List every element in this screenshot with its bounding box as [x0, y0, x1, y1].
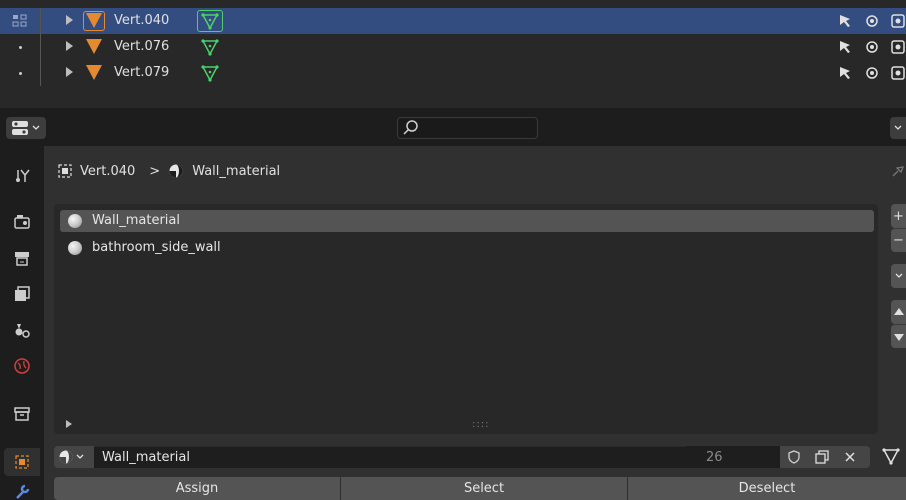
- breadcrumb-object: Vert.040: [80, 163, 136, 179]
- scene-icon: [15, 324, 30, 338]
- select-arrow-icon: [840, 41, 850, 53]
- unlink-material-button[interactable]: [836, 446, 864, 468]
- tab-world[interactable]: [8, 352, 36, 380]
- mesh-object-icon: [86, 13, 102, 28]
- breadcrumb-separator: >: [149, 163, 161, 179]
- assign-button[interactable]: Assign: [54, 477, 340, 500]
- list-resize-grip[interactable]: ::::: [472, 419, 489, 430]
- options-dropdown[interactable]: [890, 117, 906, 139]
- list-item-label: Wall_material: [92, 213, 180, 228]
- select-arrow-icon: [840, 15, 850, 27]
- render-icon: [14, 215, 30, 229]
- search-icon: [403, 120, 418, 135]
- link-data-button[interactable]: [880, 446, 906, 468]
- outliner-row-bullet: [0, 34, 40, 60]
- outliner-tree-line: [40, 34, 41, 60]
- outliner-tree-line: [40, 8, 41, 34]
- outliner-row-toggles: [838, 65, 906, 81]
- outliner-row-label: Vert.076: [114, 39, 170, 54]
- mesh-object-icon: [86, 65, 102, 80]
- list-item-label: bathroom_side_wall: [92, 240, 221, 255]
- breadcrumb: Vert.040 > Wall_material: [58, 160, 280, 182]
- move-slot-up-button[interactable]: [891, 300, 906, 324]
- expand-arrow-icon[interactable]: [66, 67, 73, 77]
- tab-collection[interactable]: [8, 400, 36, 428]
- shield-icon: [788, 450, 800, 464]
- tool-icon: [16, 169, 30, 182]
- pin-icon[interactable]: [890, 163, 906, 183]
- select-button[interactable]: Select: [341, 477, 627, 500]
- outliner: Vert.040 Vert.076 Vert.079: [0, 0, 906, 108]
- mesh-data-icon[interactable]: [200, 37, 220, 57]
- tab-modifiers[interactable]: [8, 478, 36, 500]
- outliner-row-bullet: [0, 60, 40, 86]
- outliner-row-toggles: [838, 13, 906, 29]
- outliner-row-toggles: [838, 39, 906, 55]
- material-preview-icon: [68, 241, 82, 255]
- material-actions: [780, 446, 870, 468]
- material-slot-list: Wall_material bathroom_side_wall: [54, 204, 878, 434]
- tab-view-layer[interactable]: [8, 280, 36, 308]
- output-icon: [15, 252, 29, 266]
- material-user-count[interactable]: 26: [686, 446, 780, 468]
- wrench-icon: [16, 484, 30, 499]
- editor-type-dropdown[interactable]: [6, 117, 46, 139]
- world-icon: [14, 358, 30, 374]
- outliner-row-vert-040[interactable]: Vert.040: [0, 8, 906, 34]
- outliner-row-label: Vert.040: [114, 13, 170, 28]
- outliner-row-label: Vert.079: [114, 65, 170, 80]
- collection-icon: [12, 14, 27, 27]
- list-item[interactable]: bathroom_side_wall: [60, 237, 874, 259]
- mesh-data-icon[interactable]: [200, 11, 220, 31]
- mesh-data-icon: [882, 448, 900, 465]
- mesh-data-icon[interactable]: [200, 63, 220, 83]
- add-slot-button[interactable]: +: [891, 204, 906, 228]
- triangle-up-icon: [893, 308, 904, 315]
- material-icon: [59, 450, 84, 464]
- outliner-row-vert-079[interactable]: Vert.079: [0, 60, 906, 86]
- slot-specials-button[interactable]: [891, 264, 906, 288]
- properties-editor-icon: [12, 121, 40, 135]
- fake-user-button[interactable]: [780, 446, 808, 468]
- expand-arrow-icon[interactable]: [66, 41, 73, 51]
- chevron-down-icon: [76, 454, 84, 459]
- outliner-row-icon: [0, 8, 40, 34]
- browse-material-dropdown[interactable]: [54, 446, 94, 468]
- properties-tabs: [0, 146, 44, 500]
- slot-buttons: + −: [891, 204, 906, 350]
- tab-scene[interactable]: [8, 316, 36, 344]
- duplicate-icon: [815, 450, 829, 464]
- chevron-down-icon: [895, 273, 902, 278]
- chevron-down-icon: [894, 125, 902, 130]
- triangle-down-icon: [893, 333, 904, 341]
- list-item[interactable]: Wall_material: [60, 210, 874, 232]
- close-icon: [845, 452, 855, 462]
- object-icon: [58, 164, 72, 178]
- chevron-down-icon: [32, 125, 40, 130]
- outliner-row-vert-076[interactable]: Vert.076: [0, 34, 906, 60]
- tab-object[interactable]: [4, 448, 40, 476]
- object-icon: [15, 455, 29, 469]
- duplicate-material-button[interactable]: [808, 446, 836, 468]
- tab-output[interactable]: [8, 244, 36, 272]
- material-icon: [169, 164, 183, 178]
- filter-expand-icon[interactable]: [66, 420, 72, 428]
- remove-slot-button[interactable]: −: [891, 228, 906, 252]
- material-name-field[interactable]: Wall_material: [94, 446, 686, 468]
- collection-box-icon: [14, 407, 30, 421]
- outliner-tree-line: [40, 60, 41, 86]
- expand-arrow-icon[interactable]: [66, 15, 73, 25]
- tab-render[interactable]: [8, 208, 36, 236]
- move-slot-down-button[interactable]: [891, 324, 906, 348]
- mesh-object-icon: [86, 39, 102, 54]
- material-preview-icon: [68, 214, 82, 228]
- tab-tool[interactable]: [8, 162, 36, 190]
- material-name: Wall_material: [102, 450, 190, 465]
- view-layer-icon: [15, 286, 30, 301]
- breadcrumb-material: Wall_material: [192, 163, 281, 179]
- deselect-button[interactable]: Deselect: [628, 477, 906, 500]
- select-arrow-icon: [840, 67, 850, 79]
- search-input[interactable]: [397, 117, 538, 139]
